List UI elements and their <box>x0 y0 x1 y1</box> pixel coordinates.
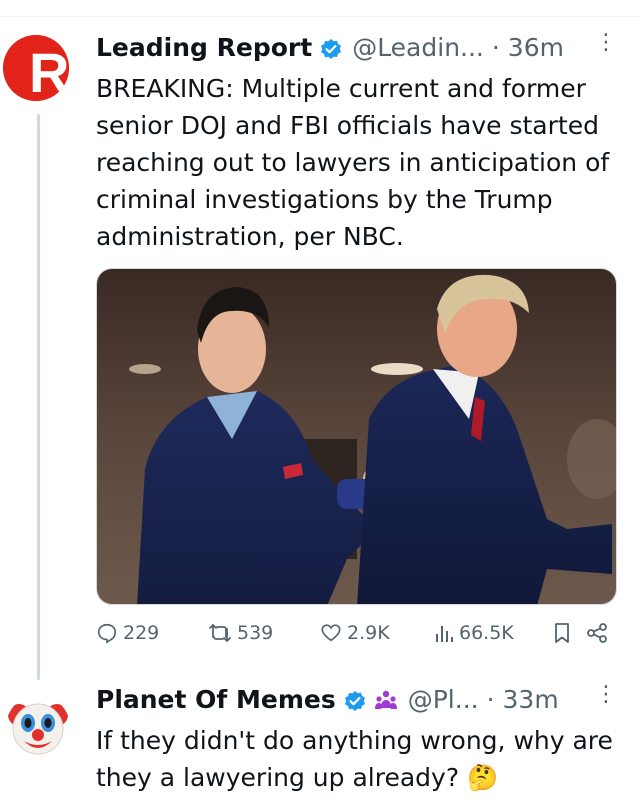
reply-button[interactable]: 229 <box>96 622 159 644</box>
tweet1-action-bar: 229 539 2.9K 66.5K <box>96 622 616 652</box>
tweet2-header: Planet Of Memes @Pl... · 33m <box>96 685 559 715</box>
tweet2-timestamp[interactable]: · 33m <box>487 685 559 715</box>
top-divider <box>0 16 640 17</box>
community-people-icon <box>374 688 398 712</box>
views-button[interactable]: 66.5K <box>434 622 514 644</box>
reply-count: 229 <box>123 622 160 644</box>
bookmark-button[interactable] <box>552 622 572 644</box>
reply-icon <box>97 623 117 644</box>
like-count: 2.9K <box>347 622 390 644</box>
tweet1-photo[interactable] <box>96 268 617 605</box>
like-button[interactable]: 2.9K <box>320 622 390 644</box>
tweet1-author-name[interactable]: Leading Report <box>96 33 312 63</box>
tweet1-handle[interactable]: @Leadin... <box>352 33 484 63</box>
tweet1-timestamp[interactable]: · 36m <box>492 33 564 63</box>
clown-face-icon <box>8 703 68 755</box>
leading-report-logo: R LEADING <box>3 35 69 101</box>
tweet1-text: BREAKING: Multiple current and former se… <box>96 74 610 251</box>
tweet2-handle[interactable]: @Pl... <box>408 685 479 715</box>
verified-badge-icon <box>344 689 366 711</box>
tweet2-text: If they didn't do anything wrong, why ar… <box>96 726 613 792</box>
bookmark-icon <box>555 623 569 643</box>
repost-icon <box>209 624 231 642</box>
planet-of-memes-avatar[interactable] <box>6 695 70 759</box>
share-button[interactable] <box>586 622 608 644</box>
avatar-vertical-text: LEADING <box>18 54 27 90</box>
avatar-letter: R <box>29 41 69 101</box>
tweet1-header: Leading Report @Leadin... · 36m <box>96 33 564 63</box>
views-count: 66.5K <box>459 622 514 644</box>
repost-count: 539 <box>237 622 274 644</box>
tweet2-more-options-icon[interactable]: ⋮ <box>595 684 617 706</box>
thread-connector-line <box>37 114 40 680</box>
repost-button[interactable]: 539 <box>208 622 273 644</box>
photo-two-men-suits <box>97 269 616 604</box>
verified-badge-icon <box>320 37 342 59</box>
tweet1-more-options-icon[interactable]: ⋮ <box>595 32 617 54</box>
heart-icon <box>321 624 341 642</box>
views-bar-chart-icon <box>436 626 453 642</box>
share-icon <box>587 623 607 643</box>
tweet2-author-name[interactable]: Planet Of Memes <box>96 685 336 715</box>
leading-report-avatar[interactable]: R LEADING <box>3 35 69 101</box>
